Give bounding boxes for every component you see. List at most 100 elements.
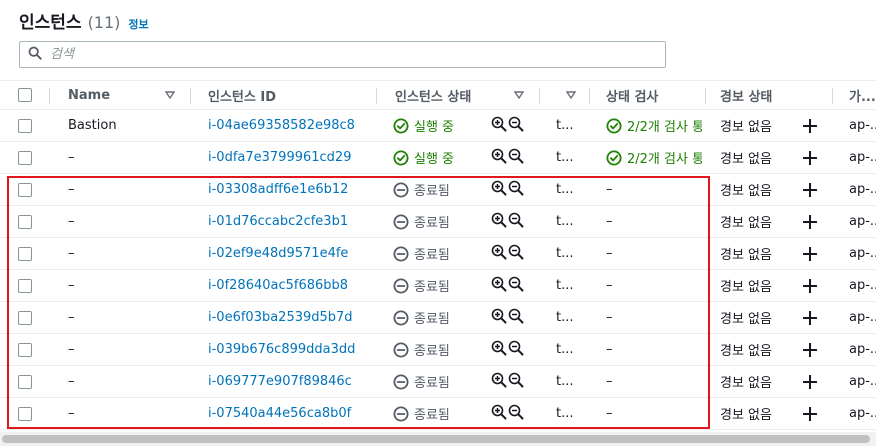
availability-zone: ap-... [849, 342, 876, 357]
availability-zone: ap-... [849, 118, 876, 133]
zoom-in-icon[interactable] [491, 212, 507, 232]
col-header-status-check[interactable]: 상태 검사 [606, 81, 696, 109]
zoom-in-icon[interactable] [491, 180, 507, 200]
search-input[interactable] [50, 47, 630, 62]
zoom-in-icon[interactable] [491, 404, 507, 424]
zoom-in-icon[interactable] [491, 372, 507, 392]
col-header-instance-id[interactable]: 인스턴스 ID [208, 81, 358, 109]
caret-down-icon[interactable] [514, 81, 528, 109]
instance-id-link[interactable]: i-03308adff6e1e6b12 [208, 174, 373, 205]
table-row[interactable]: – i-069777e907f89846c 종료됨 t... – 경보 없음 a… [0, 366, 876, 398]
caret-down-icon[interactable] [566, 81, 580, 109]
plus-icon[interactable] [800, 366, 820, 397]
table-row[interactable]: – i-0f28640ac5f686bb8 종료됨 t... – 경보 없음 a… [0, 270, 876, 302]
table-row[interactable]: – i-03308adff6e1e6b12 종료됨 t... – 경보 없음 a… [0, 174, 876, 206]
state-zoom-controls [491, 206, 527, 237]
instances-table: Name 인스턴스 ID 인스턴스 상태 상태 검사 경보 상태 가... Ba… [0, 80, 876, 430]
instance-id-link[interactable]: i-039b676c899dda3dd [208, 334, 373, 365]
instance-id-link[interactable]: i-07540a44e56ca8b0f [208, 398, 373, 429]
zoom-in-icon[interactable] [491, 244, 507, 264]
zoom-out-icon[interactable] [508, 308, 524, 328]
col-header-name[interactable]: Name [68, 81, 158, 109]
row-checkbox[interactable] [18, 118, 32, 133]
search-bar[interactable] [19, 41, 666, 68]
zoom-out-icon[interactable] [508, 340, 524, 360]
status-check-label: – [606, 246, 613, 261]
alarm-status: 경보 없음 [720, 280, 772, 295]
instance-state-label: 종료됨 [414, 376, 450, 391]
plus-icon[interactable] [800, 270, 820, 301]
instance-state: 종료됨 [393, 366, 485, 397]
zoom-in-icon[interactable] [491, 148, 507, 168]
state-zoom-controls [491, 366, 527, 397]
plus-icon[interactable] [800, 302, 820, 333]
instance-state-label: 종료됨 [414, 184, 450, 199]
plus-icon[interactable] [800, 174, 820, 205]
table-row[interactable]: – i-0dfa7e3799961cd29 실행 중 t... 2/2개 검사 … [0, 142, 876, 174]
page-title: 인스턴스 [19, 13, 82, 33]
zoom-in-icon[interactable] [491, 116, 507, 136]
plus-icon[interactable] [800, 334, 820, 365]
zoom-in-icon[interactable] [491, 340, 507, 360]
zoom-out-icon[interactable] [508, 372, 524, 392]
instance-id-link[interactable]: i-02ef9e48d9571e4fe [208, 238, 373, 269]
instance-id-link[interactable]: i-0f28640ac5f686bb8 [208, 270, 373, 301]
instance-name: – [68, 214, 75, 229]
row-checkbox[interactable] [18, 214, 32, 229]
plus-icon[interactable] [800, 206, 820, 237]
instance-name: – [68, 310, 75, 325]
availability-zone: ap-... [849, 182, 876, 197]
zoom-out-icon[interactable] [508, 116, 524, 136]
row-select-cell [18, 110, 38, 141]
instance-id-link[interactable]: i-069777e907f89846c [208, 366, 373, 397]
table-row[interactable]: – i-02ef9e48d9571e4fe 종료됨 t... – 경보 없음 a… [0, 238, 876, 270]
row-select-cell [18, 238, 38, 269]
row-checkbox[interactable] [18, 278, 32, 293]
col-header-alarm-status[interactable]: 경보 상태 [720, 81, 810, 109]
availability-zone: ap-... [849, 214, 876, 229]
row-checkbox[interactable] [18, 406, 32, 421]
row-checkbox[interactable] [18, 150, 32, 165]
col-header-availability-zone[interactable]: 가... [849, 81, 876, 109]
horizontal-scrollbar[interactable] [0, 432, 876, 446]
minus-circle-icon [393, 246, 414, 262]
scrollbar-thumb[interactable] [2, 435, 870, 443]
zoom-out-icon[interactable] [508, 244, 524, 264]
table-row[interactable]: – i-01d76ccabc2cfe3b1 종료됨 t... – 경보 없음 a… [0, 206, 876, 238]
table-row[interactable]: – i-039b676c899dda3dd 종료됨 t... – 경보 없음 a… [0, 334, 876, 366]
zoom-out-icon[interactable] [508, 404, 524, 424]
zoom-out-icon[interactable] [508, 148, 524, 168]
alarm-status: 경보 없음 [720, 184, 772, 199]
table-row[interactable]: – i-07540a44e56ca8b0f 종료됨 t... – 경보 없음 a… [0, 398, 876, 430]
zoom-in-icon[interactable] [491, 308, 507, 328]
instance-id-link[interactable]: i-01d76ccabc2cfe3b1 [208, 206, 373, 237]
status-check-label: 2/2개 검사 통 [627, 120, 702, 135]
plus-icon[interactable] [800, 238, 820, 269]
state-zoom-controls [491, 398, 527, 429]
table-row[interactable]: Bastion i-04ae69358582e98c8 실행 중 t... 2/… [0, 110, 876, 142]
row-checkbox[interactable] [18, 182, 32, 197]
instance-id-link[interactable]: i-0e6f03ba2539d5b7d [208, 302, 373, 333]
col-header-instance-state[interactable]: 인스턴스 상태 [395, 81, 505, 109]
table-row[interactable]: – i-0e6f03ba2539d5b7d 종료됨 t... – 경보 없음 a… [0, 302, 876, 334]
select-all-checkbox[interactable] [18, 88, 32, 102]
row-checkbox[interactable] [18, 246, 32, 261]
availability-zone: ap-... [849, 278, 876, 293]
instance-id-link[interactable]: i-04ae69358582e98c8 [208, 110, 373, 141]
caret-down-icon[interactable] [165, 81, 179, 109]
row-checkbox[interactable] [18, 342, 32, 357]
plus-icon[interactable] [800, 142, 820, 173]
zoom-out-icon[interactable] [508, 180, 524, 200]
state-zoom-controls [491, 270, 527, 301]
zoom-in-icon[interactable] [491, 276, 507, 296]
zoom-out-icon[interactable] [508, 276, 524, 296]
alarm-status: 경보 없음 [720, 248, 772, 263]
zoom-out-icon[interactable] [508, 212, 524, 232]
row-checkbox[interactable] [18, 374, 32, 389]
plus-icon[interactable] [800, 110, 820, 141]
row-checkbox[interactable] [18, 310, 32, 325]
plus-icon[interactable] [800, 398, 820, 429]
info-link[interactable]: 정보 [128, 16, 148, 32]
instance-id-link[interactable]: i-0dfa7e3799961cd29 [208, 142, 373, 173]
instance-state: 종료됨 [393, 206, 485, 237]
